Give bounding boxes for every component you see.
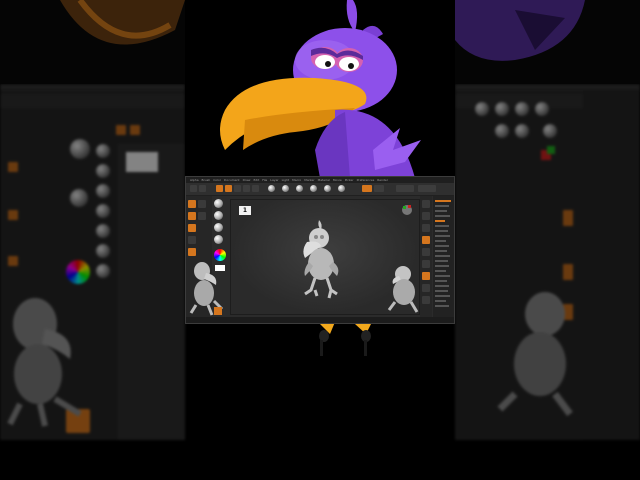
material-sphere-icon[interactable] <box>282 185 289 192</box>
material-sphere-icon[interactable] <box>324 185 331 192</box>
xyz-button[interactable] <box>422 272 430 280</box>
shelf-button[interactable] <box>188 212 196 220</box>
brush-icon[interactable] <box>214 199 223 208</box>
draw-button[interactable] <box>225 185 232 192</box>
zadd-button[interactable] <box>362 185 372 192</box>
palette-item[interactable] <box>435 290 448 292</box>
background-app-right <box>455 84 640 440</box>
palette-header[interactable] <box>435 200 451 202</box>
local-button[interactable] <box>422 260 430 268</box>
move-view-button[interactable] <box>422 296 430 304</box>
background-app-left <box>0 84 185 440</box>
palette-item[interactable] <box>435 305 449 307</box>
ghost-cartoon-right <box>455 0 640 84</box>
projection-master-button[interactable] <box>190 185 197 192</box>
palette-item[interactable] <box>435 220 445 222</box>
navigation-gizmo-icon[interactable] <box>401 204 413 216</box>
palette-item[interactable] <box>435 275 450 277</box>
palette-item[interactable] <box>435 295 450 297</box>
shelf-button[interactable] <box>188 236 196 244</box>
palette-item[interactable] <box>435 205 449 207</box>
palette-item[interactable] <box>435 235 450 237</box>
top-shelf <box>186 183 454 196</box>
edit-button[interactable] <box>216 185 223 192</box>
scale-button[interactable] <box>243 185 250 192</box>
zoom-button[interactable] <box>422 224 430 232</box>
stroke-icon[interactable] <box>214 211 223 220</box>
material-sphere-icon[interactable] <box>310 185 317 192</box>
palette-item[interactable] <box>435 300 446 302</box>
shelf-button[interactable] <box>198 200 206 208</box>
palette-item[interactable] <box>435 210 447 212</box>
draw-size-slider[interactable] <box>418 185 436 192</box>
palette-item[interactable] <box>435 230 448 232</box>
palette-item[interactable] <box>435 280 447 282</box>
material-sphere-icon[interactable] <box>338 185 345 192</box>
crow-sculpt-model[interactable] <box>291 218 351 300</box>
bpr-button[interactable] <box>422 200 430 208</box>
palette-item[interactable] <box>435 245 449 247</box>
zbrush-window: Alpha Brush Color Document Draw Edit Fil… <box>185 176 455 324</box>
ghost-crow-left <box>7 298 82 427</box>
shelf-button[interactable] <box>188 224 196 232</box>
palette-item[interactable] <box>435 215 450 217</box>
frame-button[interactable] <box>422 284 430 292</box>
palette-item[interactable] <box>435 225 449 227</box>
document-number: 1 <box>239 206 251 215</box>
floor-button[interactable] <box>422 248 430 256</box>
palette-item[interactable] <box>435 285 449 287</box>
status-bar <box>186 317 454 323</box>
ghost-cartoon-left <box>0 0 185 84</box>
rotate-button[interactable] <box>252 185 259 192</box>
right-shelf <box>420 196 432 318</box>
material-sphere-icon[interactable] <box>268 185 275 192</box>
crow-preview-right <box>387 266 419 313</box>
scroll-button[interactable] <box>422 212 430 220</box>
tool-palette <box>433 196 454 318</box>
palette-item[interactable] <box>435 240 446 242</box>
lightbox-button[interactable] <box>199 185 206 192</box>
shelf-button[interactable] <box>188 200 196 208</box>
palette-item[interactable] <box>435 270 446 272</box>
alpha-icon[interactable] <box>214 223 223 232</box>
zsub-button[interactable] <box>374 185 384 192</box>
palette-item[interactable] <box>435 265 449 267</box>
cartoon-feet <box>319 322 372 356</box>
cartoon-crow-render <box>185 0 455 178</box>
perspective-button[interactable] <box>422 236 430 244</box>
shelf-button[interactable] <box>198 212 206 220</box>
material-sphere-icon[interactable] <box>296 185 303 192</box>
rgb-intensity-slider[interactable] <box>396 185 414 192</box>
crow-preview-left <box>189 262 224 316</box>
palette-item[interactable] <box>435 260 448 262</box>
palette-item[interactable] <box>435 255 450 257</box>
material-icon[interactable] <box>214 235 223 244</box>
ghost-crow-right <box>497 292 573 417</box>
move-button[interactable] <box>234 185 241 192</box>
document-canvas[interactable]: 1 <box>230 199 420 315</box>
palette-item[interactable] <box>435 250 447 252</box>
